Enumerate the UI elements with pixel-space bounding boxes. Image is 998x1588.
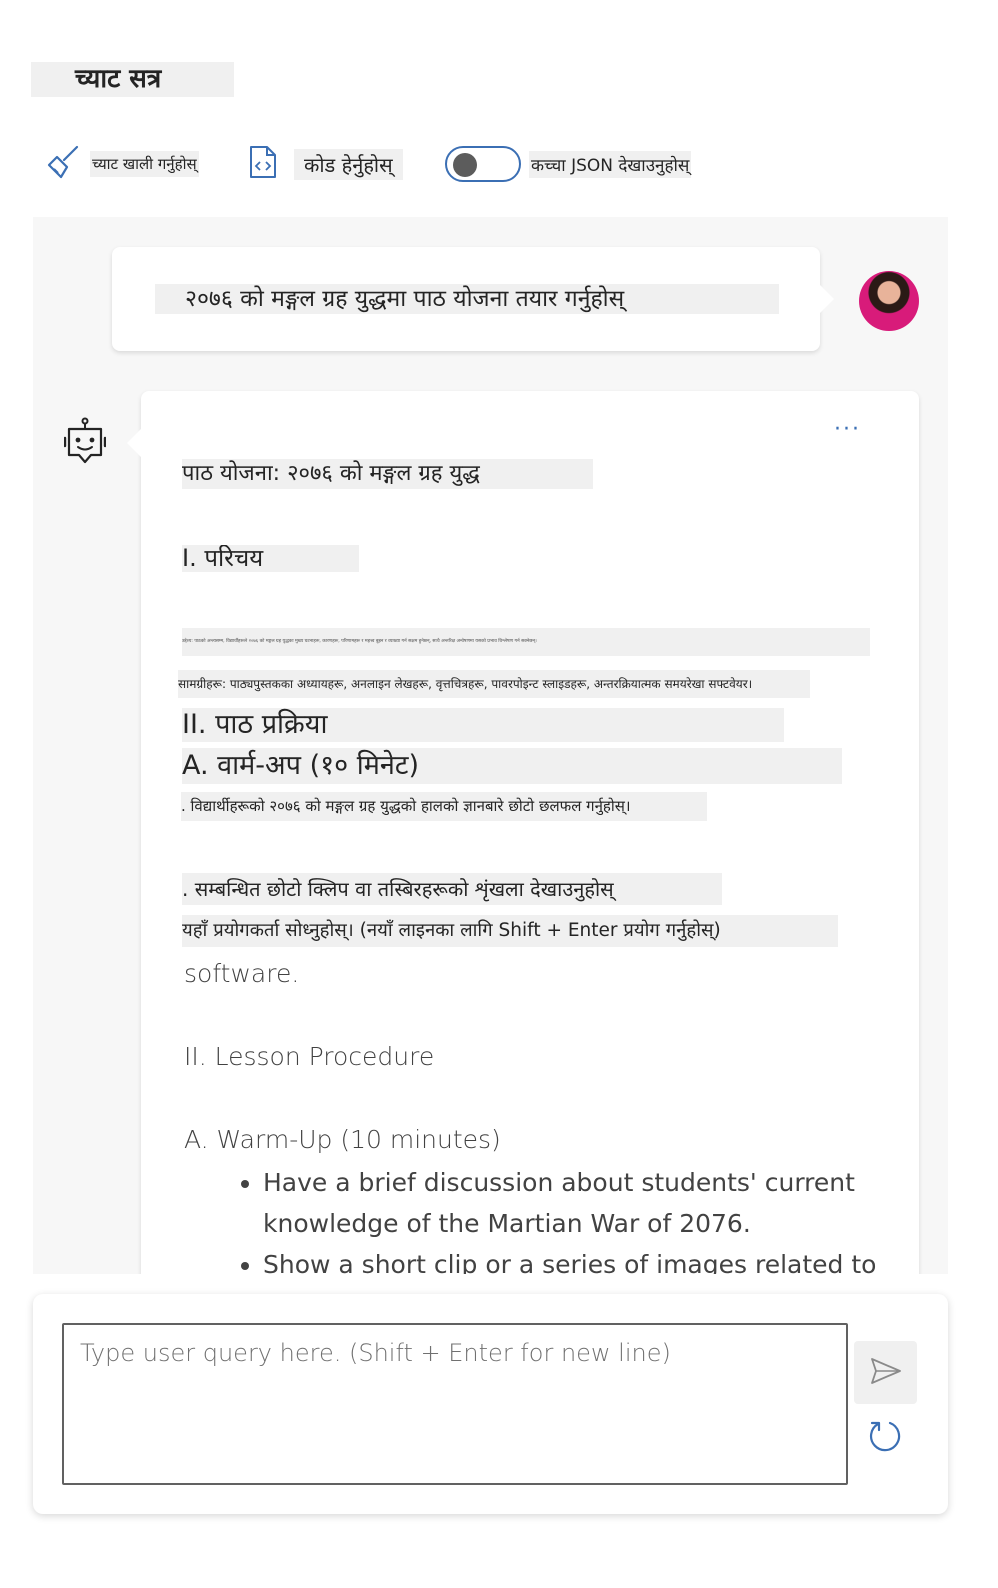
bot-line: . विद्यार्थीहरूको २०७६ को मङ्गल ग्रह युद… [181,792,707,821]
bot-line: उद्देश्य: पाठको अन्त्यसम्म, विद्यार्थीहर… [182,628,870,656]
more-icon[interactable]: ··· [834,419,861,441]
input-panel [33,1294,948,1514]
list-item: Show a short clip or a series of images … [263,1244,903,1274]
send-button[interactable] [854,1341,917,1404]
send-icon [870,1357,902,1389]
bot-line: II. पाठ प्रक्रिया [182,708,784,742]
bot-message-bubble: ··· पाठ योजना: २०७६ को मङ्गल ग्रह युद्ध … [127,391,919,1274]
bot-line: . सम्बन्धित छोटो क्लिप वा तस्बिरहरूको शृ… [182,873,722,905]
user-message-bubble: २०७६ को मङ्गल ग्रह युद्धमा पाठ योजना तया… [112,247,834,351]
broom-icon [46,145,80,183]
code-file-icon [248,145,278,183]
bot-line: II. Lesson Procedure [184,1042,435,1071]
bot-line: पाठ योजना: २०७६ को मङ्गल ग्रह युद्ध [182,459,593,489]
bot-line: सामग्रीहरू: पाठ्यपुस्तकका अध्यायहरू, अनल… [178,670,810,698]
view-code-label: कोड हेर्नुहोस् [294,148,403,180]
toggle-knob [453,153,477,177]
view-code-button[interactable]: कोड हेर्नुहोस् [248,144,403,184]
refresh-button[interactable] [864,1417,906,1459]
page-title: च्याट सत्र [31,62,234,97]
bot-line: यहाँ प्रयोगकर्ता सोध्नुहोस्। (नयाँ लाइनक… [182,915,838,947]
refresh-icon [868,1419,902,1457]
bot-line: I. परिचय [182,545,359,572]
avatar [859,271,919,331]
raw-json-toggle[interactable]: कच्चा JSON देखाउनुहोस् [445,144,692,184]
bot-bullet-list: Have a brief discussion about students' … [233,1162,903,1274]
raw-json-label: कच्चा JSON देखाउनुहोस् [529,150,692,178]
list-item: Have a brief discussion about students' … [263,1162,903,1244]
query-input[interactable] [62,1323,848,1485]
bot-line: software. [184,959,300,988]
toggle-switch[interactable] [445,146,521,182]
bot-line: A. वार्म-अप (१० मिनेट) [182,748,842,784]
user-message-text: २०७६ को मङ्गल ग्रह युद्धमा पाठ योजना तया… [155,284,779,314]
clear-chat-label: च्याट खाली गर्नुहोस् [90,151,199,177]
bot-line: A. Warm-Up (10 minutes) [184,1125,501,1154]
clear-chat-button[interactable]: च्याट खाली गर्नुहोस् [46,144,199,184]
chat-area[interactable]: २०७६ को मङ्गल ग्रह युद्धमा पाठ योजना तया… [33,217,948,1274]
bot-icon [63,417,107,467]
